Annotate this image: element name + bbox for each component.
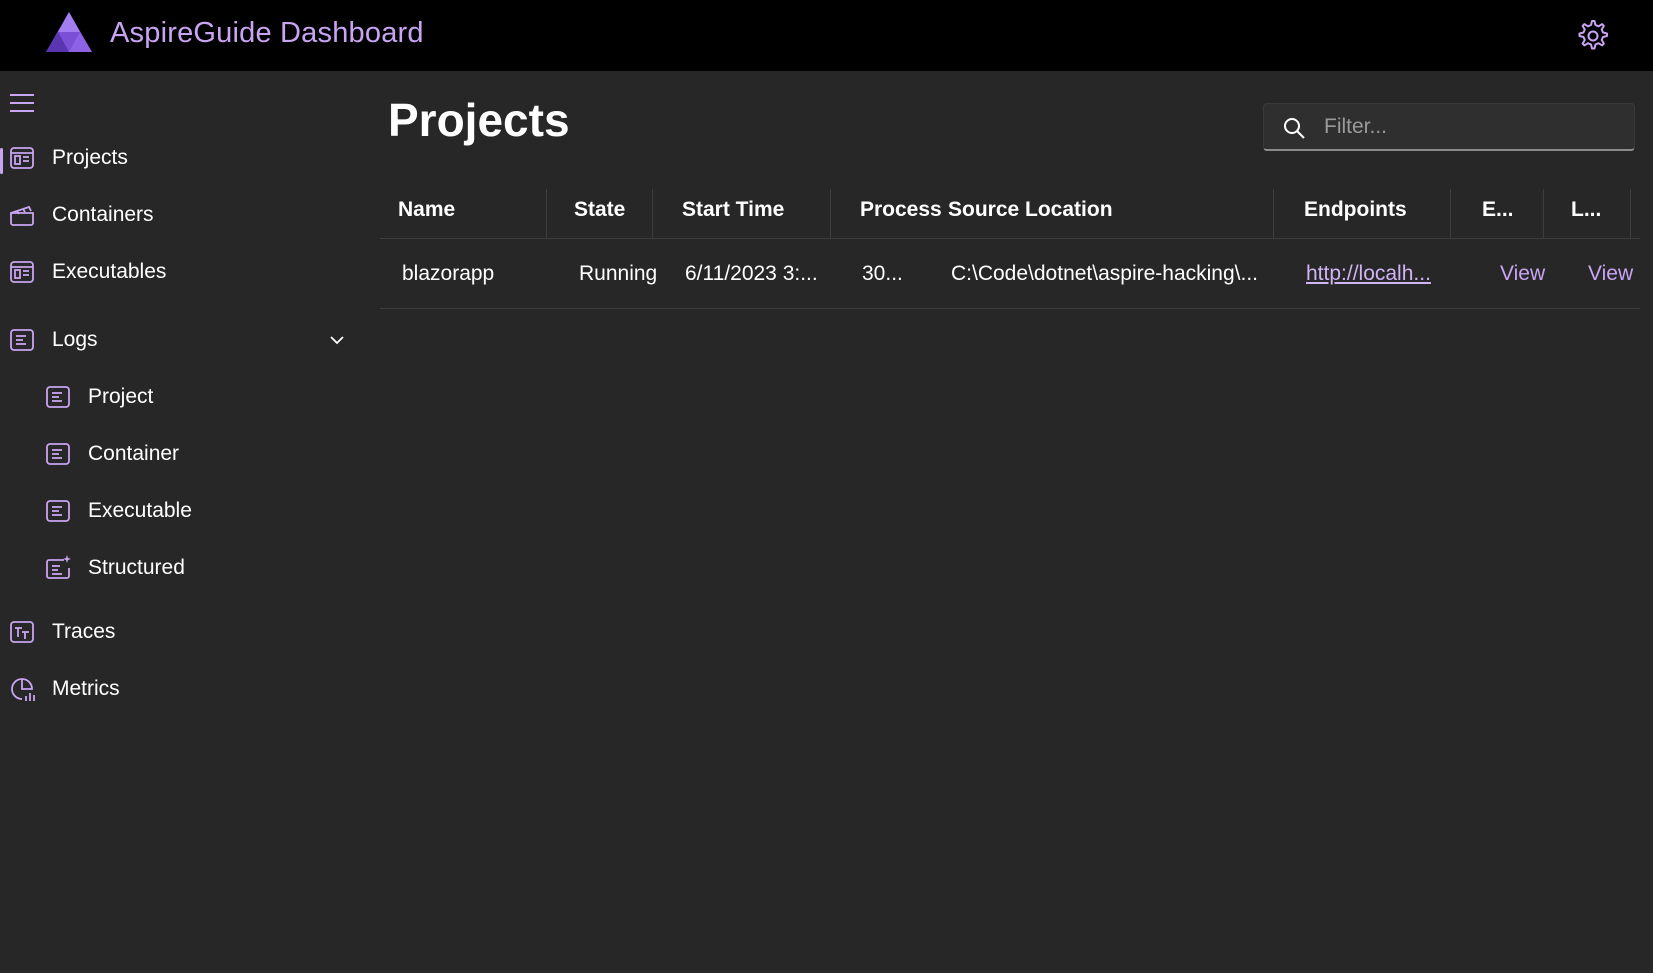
filter-box xyxy=(1263,103,1635,151)
column-divider[interactable] xyxy=(1450,189,1451,239)
search-icon xyxy=(1284,118,1305,139)
hamburger-icon[interactable] xyxy=(8,89,36,117)
sidebar-item-label: Projects xyxy=(52,146,128,169)
sidebar-item-logs[interactable]: Logs xyxy=(0,318,362,362)
column-divider[interactable] xyxy=(1273,189,1274,239)
log-doc-icon xyxy=(46,386,70,408)
sidebar-item-label: Containers xyxy=(52,203,154,226)
traces-icon xyxy=(10,621,34,643)
sidebar-item-metrics[interactable]: Metrics xyxy=(0,667,362,711)
column-header-environment[interactable]: E... xyxy=(1482,181,1514,239)
chevron-down-icon[interactable] xyxy=(328,331,346,349)
column-header-start-time[interactable]: Start Time xyxy=(682,181,784,239)
top-bar: AspireGuide Dashboard xyxy=(0,0,1653,71)
sidebar-item-label: Metrics xyxy=(52,677,120,700)
column-header-source-location[interactable]: Source Location xyxy=(948,181,1113,239)
sidebar-item-label: Executable xyxy=(88,499,192,522)
column-divider[interactable] xyxy=(546,189,547,239)
sidebar-item-traces[interactable]: Traces xyxy=(0,610,362,654)
filter-input[interactable] xyxy=(1324,112,1624,142)
page-title: Projects xyxy=(388,94,570,146)
sidebar-item-label: Project xyxy=(88,385,154,408)
sidebar-item-containers[interactable]: Containers xyxy=(0,193,362,237)
table-header-row: Name State Start Time Process Source Loc… xyxy=(380,181,1640,239)
log-doc-icon xyxy=(46,500,70,522)
sidebar-item-label: Logs xyxy=(52,328,98,351)
sidebar-item-structured-logs[interactable]: Structured xyxy=(0,546,362,590)
view-logs-link[interactable]: View xyxy=(1588,239,1648,309)
sidebar-item-container-logs[interactable]: Container xyxy=(0,432,362,476)
sidebar-item-label: Executables xyxy=(52,260,167,283)
column-divider[interactable] xyxy=(652,189,653,239)
structured-log-icon xyxy=(46,555,71,579)
containers-icon xyxy=(10,205,34,226)
column-header-endpoints[interactable]: Endpoints xyxy=(1304,181,1407,239)
sidebar-item-label: Structured xyxy=(88,556,185,579)
sidebar-item-label: Container xyxy=(88,442,180,465)
column-divider[interactable] xyxy=(830,189,831,239)
column-divider[interactable] xyxy=(1630,189,1631,239)
column-header-process[interactable]: Process xyxy=(860,181,942,239)
cell-process: 30... xyxy=(862,262,903,285)
column-header-logs[interactable]: L... xyxy=(1571,181,1601,239)
table-row[interactable]: blazorapp Running 6/11/2023 3:... 30... … xyxy=(380,239,1640,309)
column-divider[interactable] xyxy=(1543,189,1544,239)
sidebar-item-projects[interactable]: Projects xyxy=(0,136,362,180)
app-title: AspireGuide Dashboard xyxy=(110,17,424,49)
column-header-state[interactable]: State xyxy=(574,181,625,239)
sidebar-item-label: Traces xyxy=(52,620,116,643)
endpoint-link[interactable]: http://localh... xyxy=(1306,239,1446,309)
projects-icon xyxy=(10,147,34,169)
aspire-logo-icon xyxy=(46,12,92,52)
cell-name: blazorapp xyxy=(402,262,495,285)
log-doc-icon xyxy=(46,443,70,465)
logs-icon xyxy=(10,329,34,351)
cell-start-time: 6/11/2023 3:... xyxy=(685,262,818,285)
executables-icon xyxy=(10,261,34,283)
metrics-icon xyxy=(11,678,35,701)
sidebar-item-executables[interactable]: Executables xyxy=(0,250,362,294)
view-environment-link[interactable]: View xyxy=(1500,239,1560,309)
cell-state: Running xyxy=(579,262,658,285)
sidebar-item-executable-logs[interactable]: Executable xyxy=(0,489,362,533)
column-header-name[interactable]: Name xyxy=(398,181,455,239)
cell-source-location: C:\Code\dotnet\aspire-hacking\... xyxy=(951,262,1259,285)
main-content: Projects Name State Start Time Process S… xyxy=(380,71,1653,973)
gear-icon[interactable] xyxy=(1575,18,1609,52)
sidebar-item-project-logs[interactable]: Project xyxy=(0,375,362,419)
